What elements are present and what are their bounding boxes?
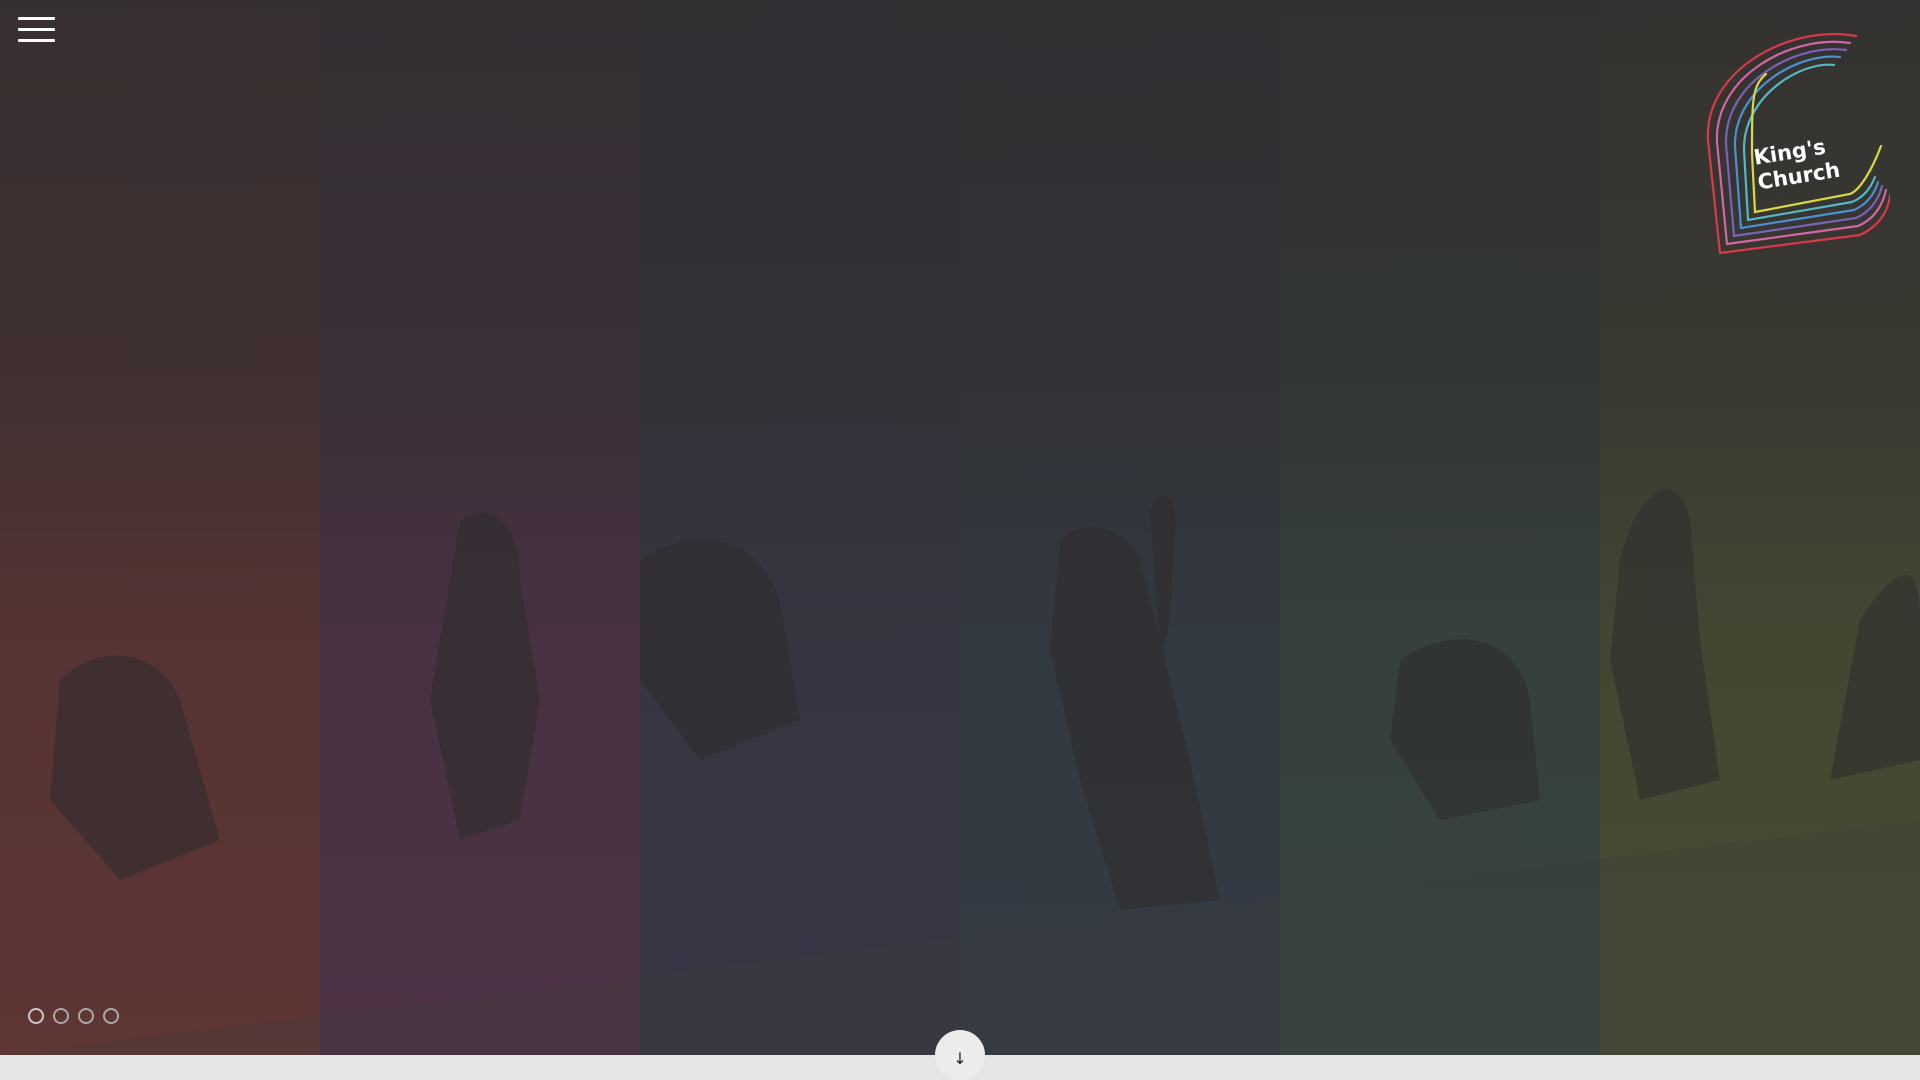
scroll-down-button[interactable]: ↓ bbox=[935, 1030, 985, 1080]
menu-bar bbox=[18, 16, 55, 20]
menu-bar bbox=[18, 38, 55, 42]
arrow-down-icon: ↓ bbox=[953, 1048, 967, 1068]
hamburger-menu-icon[interactable] bbox=[0, 0, 72, 58]
kings-church-logo[interactable]: King's Church bbox=[1700, 30, 1892, 260]
slider-dot-4[interactable] bbox=[103, 1008, 119, 1024]
hero-diagonal-band bbox=[0, 820, 1920, 1055]
hero-section: King's Church bbox=[0, 0, 1920, 1055]
slider-pagination bbox=[28, 1008, 119, 1024]
slider-dot-3[interactable] bbox=[78, 1008, 94, 1024]
menu-bar bbox=[18, 27, 55, 31]
slider-dot-2[interactable] bbox=[53, 1008, 69, 1024]
slider-dot-1[interactable] bbox=[28, 1008, 44, 1024]
